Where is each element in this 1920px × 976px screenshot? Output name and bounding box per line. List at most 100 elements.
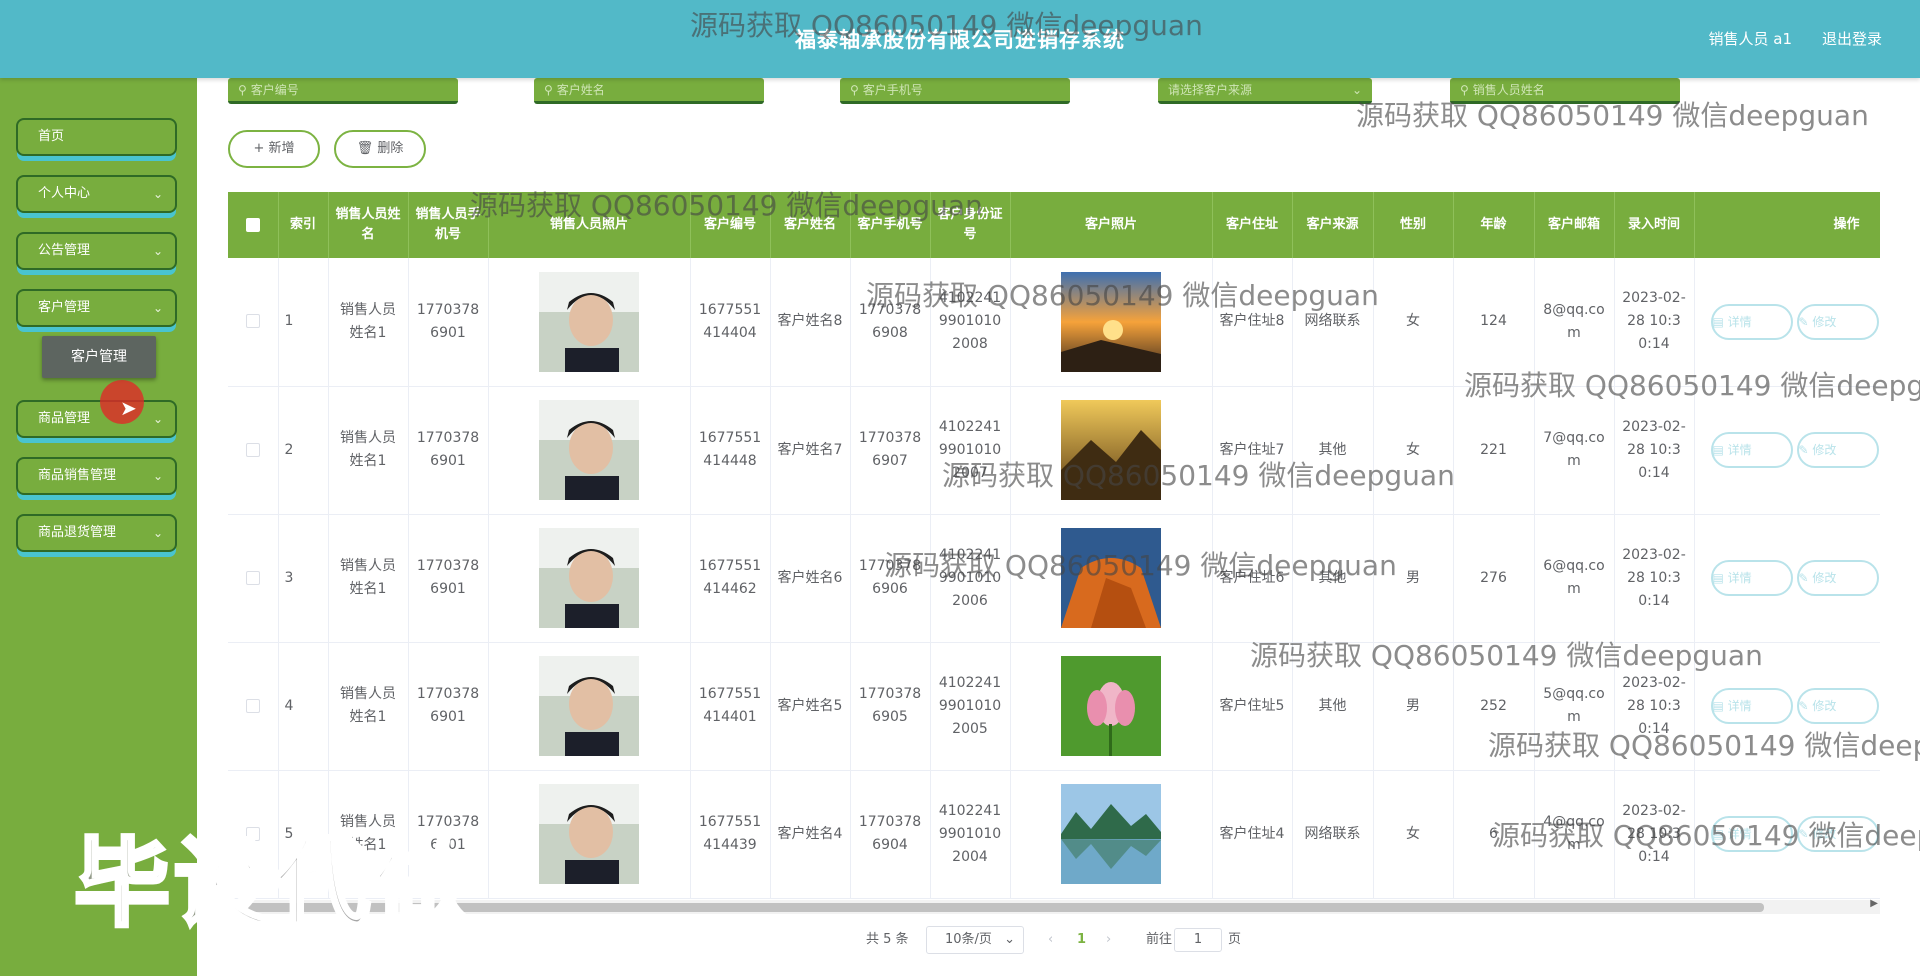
col-gender: 性别	[1373, 192, 1454, 258]
sales-person-photo[interactable]	[539, 400, 639, 500]
plus-icon: +	[253, 141, 265, 156]
search-customer-phone[interactable]: ⚲ 客户手机号	[840, 78, 1070, 104]
customer-table: 索引 销售人员姓名 销售人员手机号 销售人员照片 客户编号 客户姓名 客户手机号…	[228, 192, 1880, 907]
sidebar-item-label: 首页	[38, 129, 65, 144]
sales-person-photo[interactable]	[539, 271, 639, 372]
sidebar-item-customer[interactable]: 客户管理 ⌄	[16, 289, 177, 327]
detail-button[interactable]: ▤ 详情	[1710, 816, 1793, 852]
table-row: 5 销售人员姓名1 17703786901 1677551414439 客户姓名…	[228, 770, 1880, 899]
col-sales-phone: 销售人员手机号	[408, 192, 489, 258]
customer-photo-mountain[interactable]	[1061, 400, 1161, 500]
table-row: 2 销售人员姓名1 17703786901 1677551414448 客户姓名…	[228, 386, 1880, 515]
edit-icon: ✎	[1798, 443, 1809, 457]
search-sales-name[interactable]: ⚲ 销售人员姓名	[1450, 78, 1680, 104]
col-sales-photo: 销售人员照片	[488, 192, 691, 258]
scroll-right-icon[interactable]: ▶	[1870, 898, 1878, 909]
col-customer-address: 客户住址	[1212, 192, 1293, 258]
document-icon: ▤	[1712, 699, 1724, 713]
chevron-down-icon: ⌄	[1351, 83, 1362, 97]
customer-photo-rock[interactable]	[1061, 528, 1161, 628]
delete-button[interactable]: 🗑 删除	[334, 130, 426, 168]
goto-page-input[interactable]: 1	[1174, 928, 1222, 952]
sidebar-item-label: 商品销售管理	[38, 468, 117, 483]
detail-button[interactable]: ▤ 详情	[1710, 560, 1793, 596]
col-entry-time: 录入时间	[1614, 192, 1695, 258]
sidebar-item-sales[interactable]: 商品销售管理 ⌄	[16, 457, 177, 495]
trash-icon: 🗑	[356, 141, 374, 156]
edit-button[interactable]: ✎ 修改	[1796, 688, 1879, 724]
document-icon: ▤	[1712, 314, 1724, 329]
col-sales-name: 销售人员姓名	[328, 192, 409, 258]
col-operations: 操作	[1694, 192, 1880, 258]
mouse-cursor-icon: ➤	[120, 396, 137, 420]
search-icon: ⚲	[544, 83, 553, 97]
search-icon: ⚲	[1460, 83, 1469, 97]
sidebar-item-notice[interactable]: 公告管理 ⌄	[16, 232, 177, 270]
col-customer-phone: 客户手机号	[850, 192, 931, 258]
search-customer-name[interactable]: ⚲ 客户姓名	[534, 78, 764, 104]
edit-icon: ✎	[1798, 827, 1809, 841]
edit-icon: ✎	[1798, 571, 1809, 585]
col-customer-name: 客户姓名	[770, 192, 851, 258]
chevron-down-icon: ⌄	[152, 187, 163, 201]
top-header: 福泰轴承股份有限公司进销存系统 销售人员 a1 退出登录	[0, 0, 1920, 78]
col-customer-source: 客户来源	[1292, 192, 1374, 258]
sidebar-item-label: 公告管理	[38, 243, 91, 258]
table-row: 1 销售人员姓名1 17703786901 1677551414404 客户姓名…	[228, 258, 1880, 387]
col-customer-no: 客户编号	[690, 192, 771, 258]
edit-button[interactable]: ✎ 修改	[1796, 816, 1879, 852]
page-number-current[interactable]: 1	[1077, 928, 1086, 952]
pagination-total: 共 5 条	[866, 932, 909, 947]
system-title: 福泰轴承股份有限公司进销存系统	[795, 28, 1125, 52]
customer-photo-lake[interactable]	[1061, 784, 1161, 884]
sidebar-item-product[interactable]: 商品管理 ⌄	[16, 400, 177, 438]
col-customer-photo: 客户照片	[1010, 192, 1213, 258]
prev-page-icon[interactable]: ‹	[1048, 928, 1053, 952]
customer-photo-lotus[interactable]	[1061, 656, 1161, 756]
add-button[interactable]: + 新增	[228, 130, 320, 168]
detail-button[interactable]: ▤ 详情	[1710, 688, 1793, 724]
row-checkbox[interactable]	[228, 514, 279, 643]
edit-icon: ✎	[1798, 699, 1809, 713]
horizontal-scrollbar[interactable]: ◀ ▶	[230, 898, 1880, 914]
edit-button[interactable]: ✎ 修改	[1796, 303, 1879, 340]
sales-person-photo[interactable]	[539, 656, 639, 756]
row-checkbox[interactable]	[228, 258, 279, 387]
sidebar-item-label: 个人中心	[38, 186, 91, 201]
document-icon: ▤	[1712, 827, 1724, 841]
chevron-down-icon: ⌄	[152, 412, 163, 426]
current-user: 销售人员 a1	[1708, 30, 1792, 48]
page-size-select[interactable]: 10条/页 ⌄	[926, 926, 1024, 954]
edit-button[interactable]: ✎ 修改	[1796, 432, 1879, 468]
sales-person-photo[interactable]	[539, 784, 639, 884]
page-label: 页	[1228, 932, 1242, 947]
col-email: 客户邮箱	[1534, 192, 1615, 258]
edit-icon: ✎	[1798, 314, 1809, 329]
logout-link[interactable]: 退出登录	[1822, 28, 1882, 49]
goto-label: 前往	[1146, 932, 1173, 947]
col-index: 索引	[278, 192, 329, 258]
sidebar-item-returns[interactable]: 商品退货管理 ⌄	[16, 514, 177, 552]
document-icon: ▤	[1712, 443, 1724, 457]
search-customer-no[interactable]: ⚲ 客户编号	[228, 78, 458, 104]
detail-button[interactable]: ▤ 详情	[1710, 432, 1793, 468]
detail-button[interactable]: ▤ 详情	[1710, 303, 1793, 340]
chevron-down-icon: ⌄	[152, 526, 163, 540]
table-header-row: 索引 销售人员姓名 销售人员手机号 销售人员照片 客户编号 客户姓名 客户手机号…	[228, 192, 1880, 258]
edit-button[interactable]: ✎ 修改	[1796, 560, 1879, 596]
chevron-down-icon: ⌄	[152, 301, 163, 315]
sidebar-item-home[interactable]: 首页	[16, 118, 177, 156]
select-customer-source[interactable]: 请选择客户来源 ⌄	[1158, 78, 1372, 104]
row-checkbox[interactable]	[228, 386, 279, 515]
row-checkbox[interactable]	[228, 642, 279, 771]
customer-photo-sunset[interactable]	[1061, 271, 1161, 372]
select-all-checkbox[interactable]	[228, 192, 279, 258]
sidebar-item-personal-center[interactable]: 个人中心 ⌄	[16, 175, 177, 213]
sales-person-photo[interactable]	[539, 528, 639, 628]
table-row: 4 销售人员姓名1 17703786901 1677551414401 客户姓名…	[228, 642, 1880, 771]
col-customer-id: 客户身份证号	[930, 192, 1011, 258]
chevron-down-icon: ⌄	[152, 244, 163, 258]
next-page-icon[interactable]: ›	[1106, 928, 1111, 952]
submenu-item-customer-manage[interactable]: 客户管理	[42, 336, 156, 378]
search-icon: ⚲	[238, 83, 247, 97]
